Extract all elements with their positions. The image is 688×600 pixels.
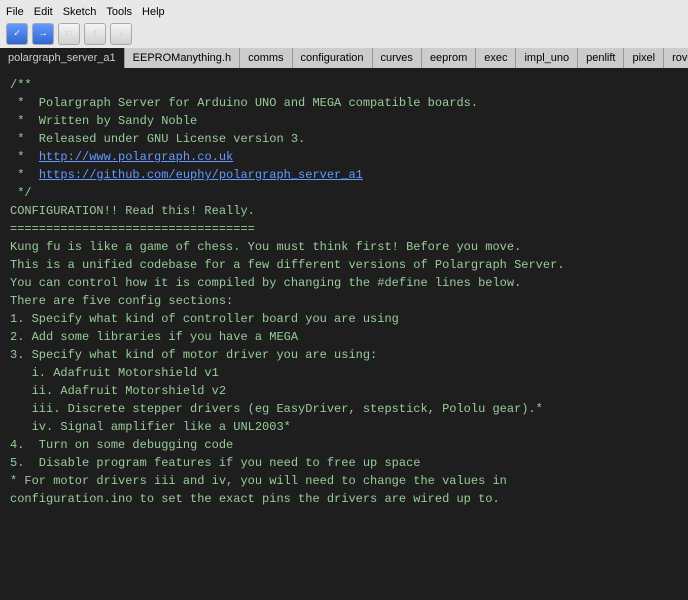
editor-line: 2. Add some libraries if you have a MEGA: [10, 328, 678, 346]
menu-item-help[interactable]: Help: [142, 6, 165, 18]
editor-link[interactable]: https://github.com/euphy/polargraph_serv…: [39, 168, 363, 182]
editor-line: * https://github.com/euphy/polargraph_se…: [10, 166, 678, 184]
toolbar: ✓→☐↑↓: [0, 20, 688, 48]
tab-pixel[interactable]: pixel: [624, 48, 664, 68]
editor-line: */: [10, 184, 678, 202]
menu-bar: File Edit Sketch Tools Help: [0, 4, 688, 20]
tab-polargraph-server-a1[interactable]: polargraph_server_a1: [0, 48, 125, 68]
new-button[interactable]: ☐: [58, 23, 80, 45]
editor-line: There are five config sections:: [10, 292, 678, 310]
editor-line: * Released under GNU License version 3.: [10, 130, 678, 148]
editor-line: * Polargraph Server for Arduino UNO and …: [10, 94, 678, 112]
editor-line: CONFIGURATION!! Read this! Really.: [10, 202, 678, 220]
tab-eepromanything-h[interactable]: EEPROManything.h: [125, 48, 240, 68]
editor-line: 4. Turn on some debugging code: [10, 436, 678, 454]
menu-item-edit[interactable]: Edit: [34, 6, 53, 18]
editor-line: iii. Discrete stepper drivers (eg EasyDr…: [10, 400, 678, 418]
editor-line: 1. Specify what kind of controller board…: [10, 310, 678, 328]
editor-line: * http://www.polargraph.co.uk: [10, 148, 678, 166]
editor-line: Kung fu is like a game of chess. You mus…: [10, 238, 678, 256]
editor-line: ii. Adafruit Motorshield v2: [10, 382, 678, 400]
tab-rove[interactable]: rove: [664, 48, 688, 68]
editor-line: You can control how it is compiled by ch…: [10, 274, 678, 292]
save-button[interactable]: ↓: [110, 23, 132, 45]
menu-item-tools[interactable]: Tools: [106, 6, 132, 18]
tab-penlift[interactable]: penlift: [578, 48, 624, 68]
editor-line: /**: [10, 76, 678, 94]
tabs-bar: polargraph_server_a1EEPROManything.hcomm…: [0, 48, 688, 68]
tab-impl-uno[interactable]: impl_uno: [516, 48, 578, 68]
open-button[interactable]: ↑: [84, 23, 106, 45]
editor-line: 3. Specify what kind of motor driver you…: [10, 346, 678, 364]
verify-button[interactable]: ✓: [6, 23, 28, 45]
editor-line: * Written by Sandy Noble: [10, 112, 678, 130]
tab-comms[interactable]: comms: [240, 48, 292, 68]
editor[interactable]: /** * Polargraph Server for Arduino UNO …: [0, 68, 688, 576]
editor-line: This is a unified codebase for a few dif…: [10, 256, 678, 274]
editor-line: * For motor drivers iii and iv, you will…: [10, 472, 678, 490]
upload-button[interactable]: →: [32, 23, 54, 45]
tab-exec[interactable]: exec: [476, 48, 516, 68]
editor-line: 5. Disable program features if you need …: [10, 454, 678, 472]
menu-item-sketch[interactable]: Sketch: [63, 6, 97, 18]
tab-configuration[interactable]: configuration: [293, 48, 373, 68]
menu-item-file[interactable]: File: [6, 6, 24, 18]
tab-curves[interactable]: curves: [373, 48, 422, 68]
editor-line: i. Adafruit Motorshield v1: [10, 364, 678, 382]
tab-eeprom[interactable]: eeprom: [422, 48, 476, 68]
editor-line: ==================================: [10, 220, 678, 238]
editor-line: configuration.ino to set the exact pins …: [10, 490, 678, 508]
editor-link[interactable]: http://www.polargraph.co.uk: [39, 150, 233, 164]
editor-line: iv. Signal amplifier like a UNL2003*: [10, 418, 678, 436]
